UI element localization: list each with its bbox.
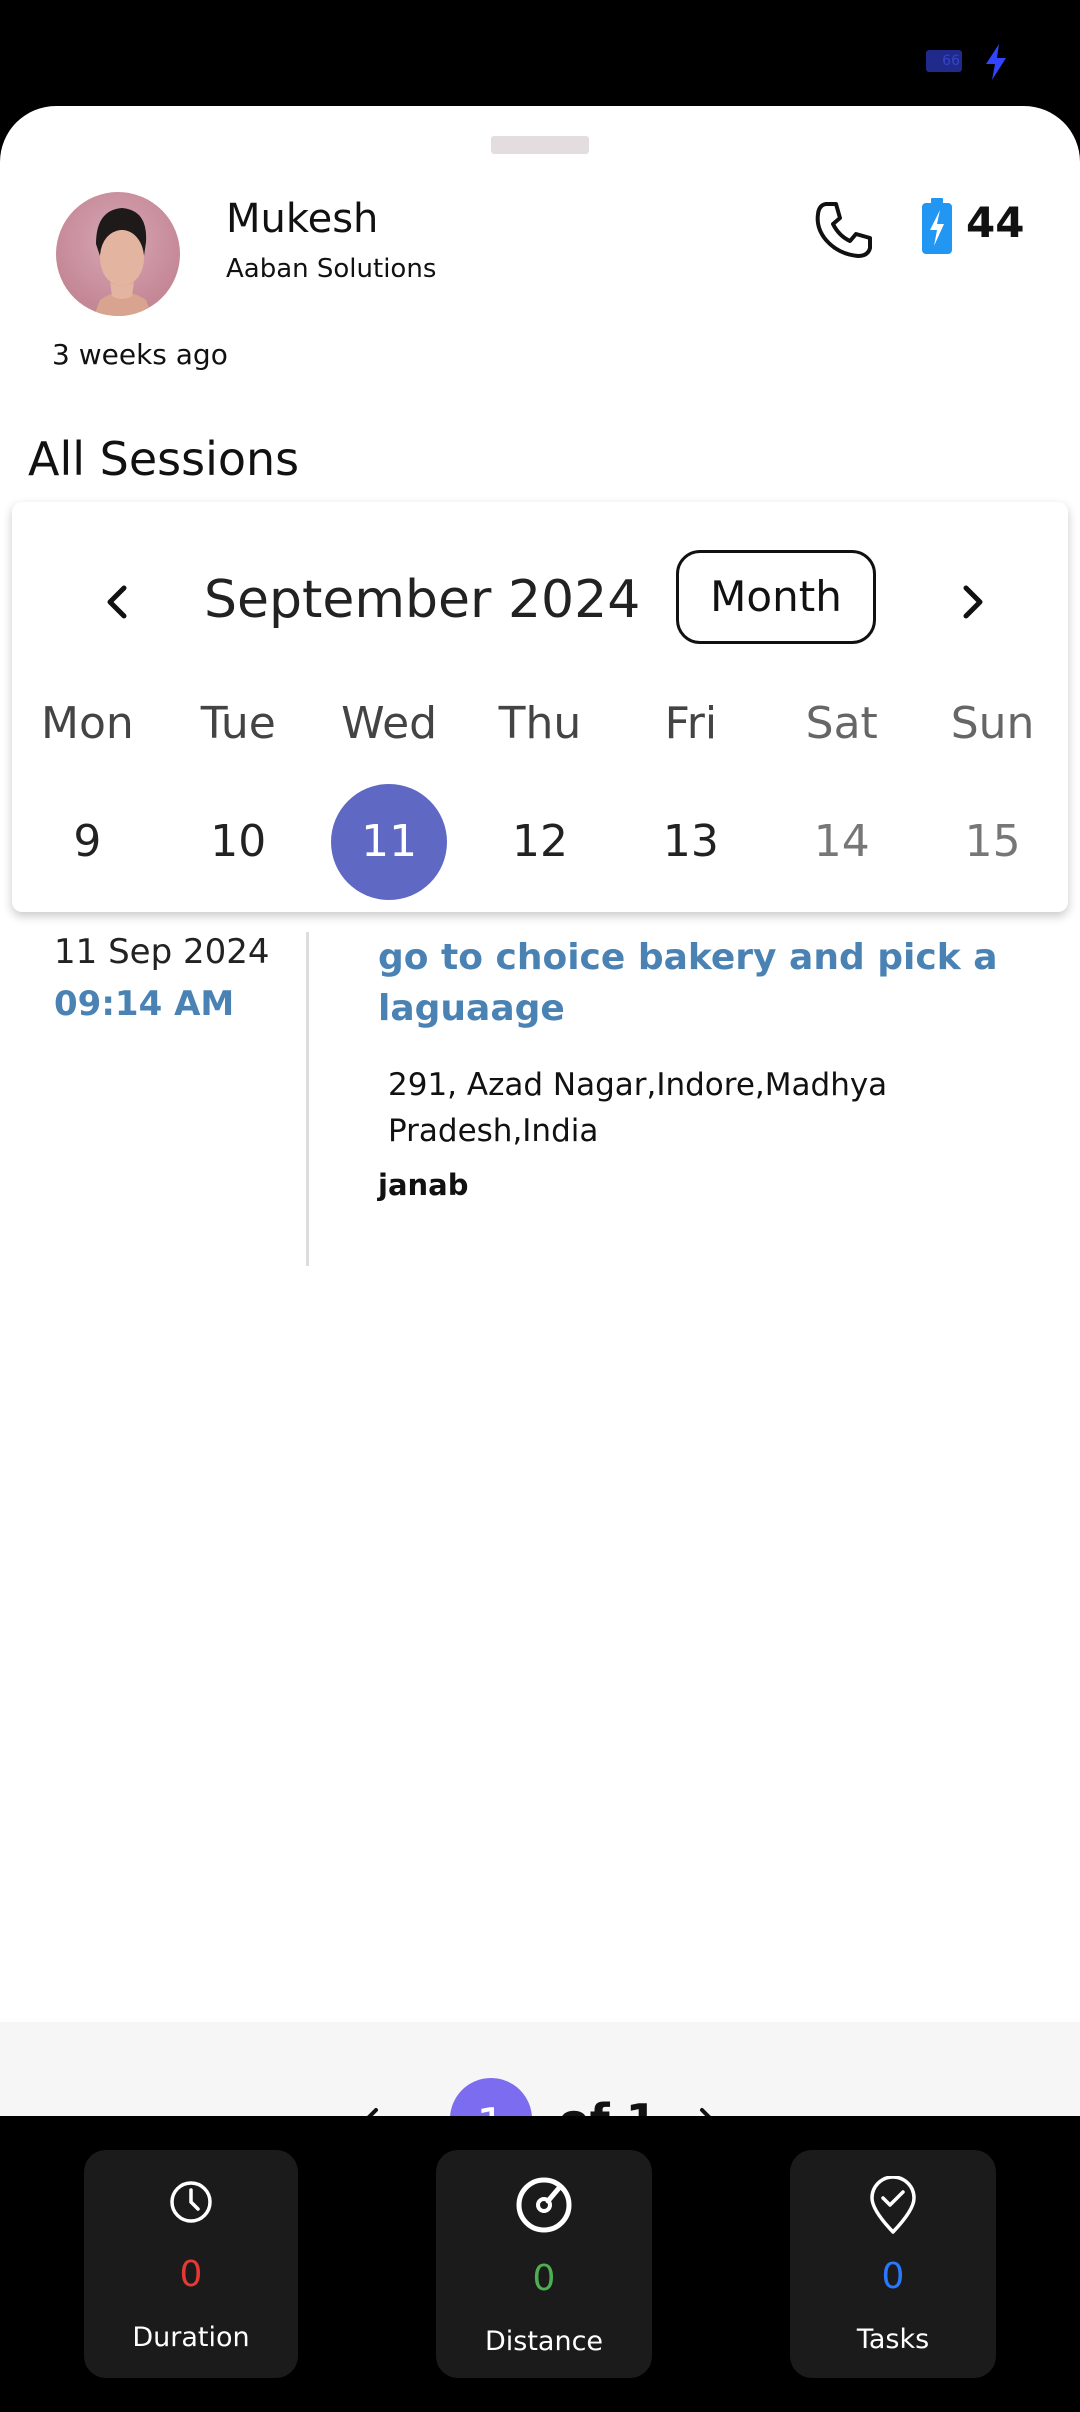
arrow-right-icon[interactable]	[676, 2100, 724, 2116]
weekday-label: Sun	[950, 698, 1035, 749]
tasks-value: 0	[881, 2256, 905, 2297]
bottom-sheet: Mukesh Aaban Solutions 3 weeks ago 44 Al…	[0, 106, 1080, 2116]
clock-icon	[170, 2181, 212, 2223]
phone-icon[interactable]	[812, 198, 876, 262]
tasks-card[interactable]: 0 Tasks	[790, 2150, 996, 2378]
battery-charging-icon	[922, 198, 952, 254]
duration-card[interactable]: 0 Duration	[84, 2150, 298, 2378]
weekday-label: Sat	[805, 698, 878, 749]
weekday-label: Mon	[41, 698, 134, 749]
distance-value: 0	[532, 2258, 556, 2299]
weekday-label: Fri	[664, 698, 718, 749]
chevron-right-icon[interactable]	[944, 574, 1000, 630]
weekday-label: Thu	[498, 698, 582, 749]
weekday-row: Mon Tue Wed Thu Fri Sat Sun	[12, 698, 1068, 749]
calendar-day-label: 15	[964, 816, 1021, 867]
chevron-left-icon[interactable]	[90, 574, 146, 630]
last-seen-text: 3 weeks ago	[52, 338, 228, 371]
avatar-image	[94, 208, 152, 316]
calendar-day[interactable]: 15	[917, 784, 1068, 900]
duration-label: Duration	[132, 2322, 250, 2353]
user-company: Aaban Solutions	[226, 254, 437, 284]
page-total: of 1	[558, 2094, 658, 2116]
duration-value: 0	[179, 2254, 203, 2295]
speedometer-icon	[516, 2177, 572, 2233]
user-name: Mukesh	[226, 196, 379, 242]
calendar-day-label: 13	[662, 816, 719, 867]
stats-bar: 0 Duration 0 Distance 0 Tasks	[0, 2116, 1080, 2412]
session-date: 11 Sep 2024	[54, 932, 270, 972]
section-title: All Sessions	[28, 432, 300, 486]
calendar-day[interactable]: 9	[12, 784, 163, 900]
pagination: 1 of 1	[0, 2022, 1080, 2116]
session-title[interactable]: go to choice bakery and pick a laguaage	[378, 932, 1018, 1034]
distance-label: Distance	[484, 2326, 604, 2357]
calendar-day[interactable]: 14	[766, 784, 917, 900]
weekday-label: Wed	[341, 698, 438, 749]
arrow-left-icon[interactable]	[354, 2100, 402, 2116]
session-address: 291, Azad Nagar,Indore,Madhya Pradesh,In…	[388, 1067, 888, 1149]
calendar-day[interactable]: 12	[465, 784, 616, 900]
calendar-day-selected[interactable]: 11	[314, 784, 465, 900]
session-time: 09:14 AM	[54, 984, 235, 1024]
calendar-format-button[interactable]: Month	[676, 550, 876, 644]
day-row: 9 10 11 12 13 14 15	[12, 784, 1068, 900]
status-battery-icon: 66	[926, 50, 962, 72]
status-bar: 66	[0, 0, 1080, 106]
calendar-day-label: 14	[813, 816, 870, 867]
current-page-button[interactable]: 1	[450, 2078, 532, 2116]
location-check-icon	[870, 2176, 916, 2234]
drag-handle[interactable]	[491, 136, 589, 154]
weekday-label: Tue	[200, 698, 276, 749]
calendar-day[interactable]: 10	[163, 784, 314, 900]
calendar-day-label: 11	[331, 784, 448, 900]
calendar-month-title: September 2024	[204, 570, 641, 630]
calendar-day-label: 10	[210, 816, 267, 867]
session-person: janab	[378, 1168, 469, 1202]
session-divider	[306, 932, 309, 1266]
calendar-day-label: 9	[73, 816, 102, 867]
calendar-day[interactable]: 13	[615, 784, 766, 900]
week-calendar: September 2024 Month Mon Tue Wed Thu Fri…	[12, 502, 1068, 912]
distance-card[interactable]: 0 Distance	[436, 2150, 652, 2378]
avatar[interactable]	[56, 192, 180, 316]
session-item[interactable]: 11 Sep 2024 09:14 AM go to choice bakery…	[0, 932, 1080, 1272]
calendar-day-label: 12	[512, 816, 568, 867]
charging-bolt-icon	[986, 44, 1006, 80]
tasks-label: Tasks	[856, 2324, 930, 2355]
battery-level: 44	[966, 198, 1025, 247]
